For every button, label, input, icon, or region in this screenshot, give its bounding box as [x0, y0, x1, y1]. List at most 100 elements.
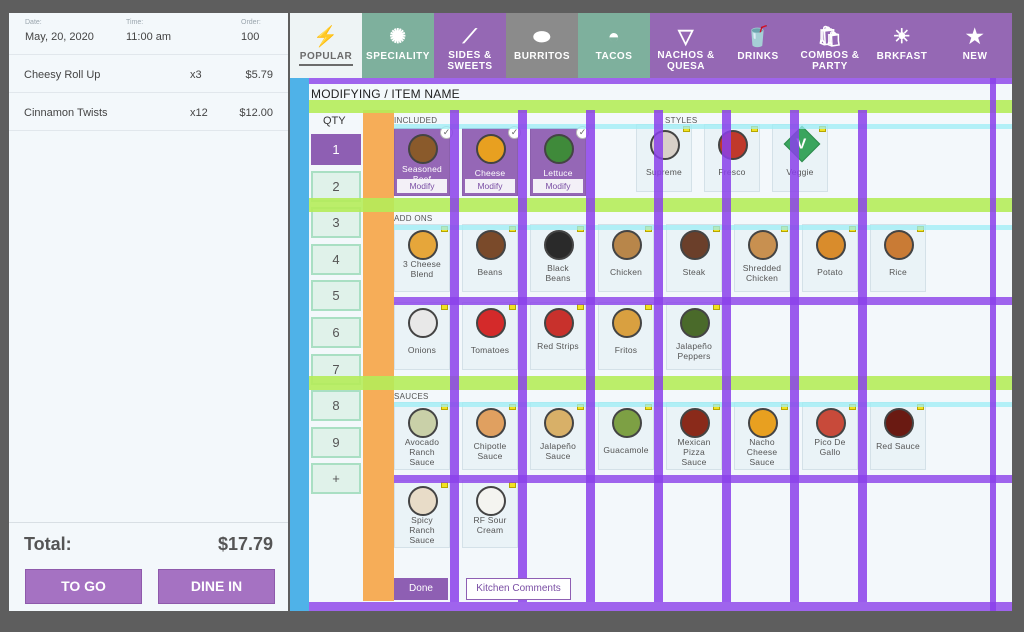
card-red-sauce[interactable]: Red Sauce	[870, 402, 926, 470]
card-beans[interactable]: Beans	[462, 224, 518, 292]
card-label: Jalapeño Peppers	[675, 341, 713, 361]
card-rf-sour-cream[interactable]: RF Sour Cream	[462, 480, 518, 548]
lightning-icon: ⚡	[313, 26, 339, 48]
tab-burritos[interactable]: ⬬ BURRITOS	[506, 13, 578, 78]
ingredient-bowl-icon	[408, 134, 438, 164]
card-red-strips[interactable]: Red Strips	[530, 302, 586, 370]
card-chicken[interactable]: Chicken	[598, 224, 654, 292]
qty-button-2[interactable]: 2	[311, 170, 361, 202]
card-label: Red Sauce	[876, 441, 920, 451]
card-guacamole[interactable]: Guacamole	[598, 402, 654, 470]
card-label: 3 Cheese Blend	[403, 259, 441, 279]
ingredient-bowl-icon	[476, 308, 506, 338]
kitchen-comments-button[interactable]: Kitchen Comments	[466, 578, 571, 600]
card-lettuce[interactable]: Lettuce ✓ Modify	[530, 126, 589, 196]
card-label: Pico De Gallo	[814, 437, 846, 457]
qty-button-9[interactable]: 9	[311, 426, 361, 458]
tab-tacos[interactable]: ◓ TACOS	[578, 13, 650, 78]
grid-line-horizontal	[309, 602, 1012, 611]
grid-line-vertical	[586, 110, 595, 602]
card-label: Red Strips	[537, 341, 579, 351]
qty-button-8[interactable]: 8	[311, 390, 361, 422]
modifier-workspace: MODIFYING / ITEM NAME QTY 1 2 3 4 5 6 7 8 9 + INC…	[290, 78, 1012, 611]
qty-accent-band	[363, 110, 394, 601]
ingredient-bowl-icon	[544, 408, 574, 438]
addons-section-title: ADD ONS	[394, 214, 433, 223]
page-title: MODIFYING / ITEM NAME	[311, 87, 460, 101]
card-label: Onions	[407, 345, 437, 355]
grid-line-vertical	[990, 78, 996, 611]
card-avocado-ranch-sauce[interactable]: Avocado Ranch Sauce	[394, 402, 450, 470]
grid-line-horizontal	[394, 475, 1012, 483]
card-3-cheese-blend[interactable]: 3 Cheese Blend	[394, 224, 450, 292]
card-label: Potato	[817, 267, 843, 277]
card-label: Supreme	[646, 167, 682, 177]
tab-speciality[interactable]: ✺ SPECIALITY	[362, 13, 434, 78]
card-shredded-chicken[interactable]: Shredded Chicken	[734, 224, 790, 292]
to-go-button[interactable]: TO GO	[25, 569, 142, 604]
tab-brkfast[interactable]: ☀ BRKFAST	[866, 13, 938, 78]
total-label: Total:	[24, 534, 72, 554]
card-label: Fresco	[718, 167, 746, 177]
card-fritos[interactable]: Fritos	[598, 302, 654, 370]
tab-label: NEW	[962, 51, 988, 62]
card-seasoned-beef[interactable]: Seasoned Beef✓Modify	[394, 126, 453, 196]
card-supreme[interactable]: Supreme	[636, 124, 692, 192]
card-potato[interactable]: Potato	[802, 224, 858, 292]
ingredient-bowl-icon	[680, 308, 710, 338]
card-nacho-cheese-sauce[interactable]: Nacho Cheese Sauce	[734, 402, 790, 470]
card-jalapeno-sauce[interactable]: Jalapeño Sauce	[530, 402, 586, 470]
order-item-price: $12.00	[239, 107, 273, 119]
card-jalapeno-peppers[interactable]: Jalapeño Peppers	[666, 302, 722, 370]
card-pico-de-gallo[interactable]: Pico De Gallo	[802, 402, 858, 470]
card-steak[interactable]: Steak	[666, 224, 722, 292]
card-rice[interactable]: Rice	[870, 224, 926, 292]
modify-button[interactable]: Modify	[465, 179, 515, 193]
card-fresco[interactable]: Fresco	[704, 124, 760, 192]
ingredient-bowl-icon	[476, 230, 506, 260]
qty-button-1[interactable]: 1	[311, 134, 361, 165]
card-mexican-pizza-sauce[interactable]: Mexican Pizza Sauce	[666, 402, 722, 470]
order-time-label: Time:	[126, 19, 144, 26]
card-onions[interactable]: Onions	[394, 302, 450, 370]
card-label: Beans	[477, 267, 503, 277]
card-chipotle-sauce[interactable]: Chipotle Sauce	[462, 402, 518, 470]
done-button[interactable]: Done	[394, 578, 448, 600]
order-number-value: 100	[241, 31, 260, 43]
burrito-icon: ⬬	[533, 26, 551, 48]
tab-popular[interactable]: ⚡ POPULAR	[290, 13, 362, 78]
tab-new[interactable]: ★ NEW	[938, 13, 1012, 78]
card-spicy-ranch-sauce[interactable]: Spicy Ranch Sauce	[394, 480, 450, 548]
qty-more-button[interactable]: +	[311, 463, 361, 495]
order-line-item[interactable]: Cheesy Roll Up x3 $5.79	[9, 55, 288, 93]
ingredient-bowl-icon	[748, 230, 778, 260]
card-label: Avocado Ranch Sauce	[404, 437, 440, 467]
tab-label: TACOS	[595, 51, 633, 62]
tab-sides-sweets[interactable]: ⟋ SIDES & SWEETS	[434, 13, 506, 78]
tab-drinks[interactable]: 🥤 DRINKS	[722, 13, 794, 78]
modify-button[interactable]: Modify	[533, 179, 583, 193]
tab-label: BRKFAST	[876, 51, 928, 62]
order-line-item[interactable]: Cinnamon Twists x12 $12.00	[9, 93, 288, 131]
tab-combos-party[interactable]: 🛍 COMBOS & PARTY	[794, 13, 866, 78]
qty-button-5[interactable]: 5	[311, 280, 361, 312]
ingredient-bowl-icon	[612, 408, 642, 438]
churro-icon: ⟋	[462, 26, 478, 48]
order-time-value: 11:00 am	[126, 31, 172, 43]
card-black-beans[interactable]: Black Beans	[530, 224, 586, 292]
modify-button[interactable]: Modify	[397, 179, 447, 193]
card-label: RF Sour Cream	[473, 515, 507, 535]
card-tomatoes[interactable]: Tomatoes	[462, 302, 518, 370]
card-label: Jalapeño Sauce	[539, 441, 577, 461]
tab-label: COMBOS & PARTY	[800, 50, 860, 72]
ingredient-bowl-icon	[408, 408, 438, 438]
tab-nachos-quesa[interactable]: ▽ NACHOS & QUESA	[650, 13, 722, 78]
tab-label: SPECIALITY	[366, 51, 430, 62]
card-veggie[interactable]: V Veggie	[772, 124, 828, 192]
card-cheese[interactable]: Cheese ✓ Modify	[462, 126, 521, 196]
dine-in-button[interactable]: DINE IN	[158, 569, 275, 604]
qty-button-4[interactable]: 4	[311, 243, 361, 275]
grid-line-vertical	[450, 110, 459, 602]
tab-label: BURRITOS	[513, 51, 571, 62]
qty-button-6[interactable]: 6	[311, 317, 361, 348]
